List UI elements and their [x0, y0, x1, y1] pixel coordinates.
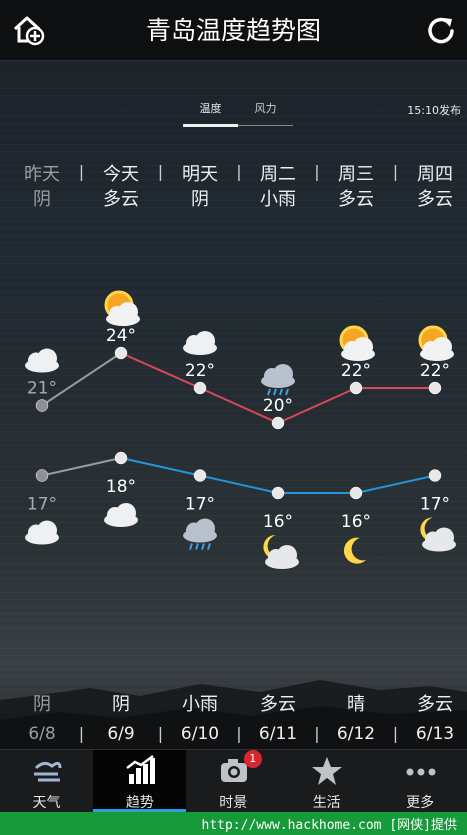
nav-item-0[interactable]: 天气 — [0, 750, 93, 812]
cloud-shape — [183, 331, 217, 355]
temperature-label: 22° — [420, 361, 450, 381]
temperature-label: 21° — [27, 379, 57, 399]
temperature-label: 16° — [341, 512, 371, 532]
temperature-label: 17° — [185, 495, 215, 515]
data-point — [271, 416, 285, 430]
temperature-chart: 21° 24° 22° 20° 22° 22° 17° 18° 17° 16° 16° 17° — [25, 290, 456, 569]
moon-cloud-icon — [263, 534, 299, 569]
sun-cloud-icon — [418, 325, 454, 361]
temperature-label: 22° — [341, 361, 371, 381]
rain-cloud-icon — [261, 364, 295, 396]
cloud-part — [277, 545, 297, 565]
data-point — [114, 451, 128, 465]
series-line-segment — [199, 474, 279, 494]
moon-icon — [343, 537, 366, 564]
cloud-part — [118, 302, 138, 322]
rain-drop — [285, 388, 289, 396]
temperature-label: 20° — [263, 396, 293, 416]
rain-cloud-icon — [183, 518, 217, 550]
series-lines — [41, 352, 436, 494]
nav-item-3[interactable]: 生活 — [280, 750, 373, 812]
temperature-labels: 21° 24° 22° 20° 22° 22° 17° 18° 17° 16° 16° 17° — [27, 326, 450, 532]
cloud-icon — [183, 331, 217, 355]
nav-label: 生活 — [312, 795, 341, 811]
data-point — [349, 486, 363, 500]
rain-drop — [267, 388, 271, 396]
rain-drop — [273, 388, 277, 396]
cloud-shape — [261, 364, 295, 388]
weather-icons — [25, 290, 456, 569]
rain-drop — [195, 543, 199, 550]
bottom-date: 6/12 — [336, 724, 376, 744]
cloud-shape — [104, 503, 138, 527]
data-point — [114, 346, 128, 360]
data-point — [428, 469, 442, 482]
series-line-segment — [41, 457, 122, 477]
cloud-part — [273, 364, 293, 384]
bottom-date: 6/10 — [180, 724, 220, 744]
rain-drop — [189, 543, 193, 550]
cloud-part — [195, 518, 215, 539]
cloud-shape — [25, 348, 59, 373]
bottom-navigation: 天气 趋势 1 时景 生活 更多 — [0, 749, 467, 812]
bottom-date: 6/13 — [415, 724, 455, 744]
cloud-part — [434, 527, 454, 548]
rain-drop — [207, 543, 211, 550]
app-root: 青岛温度趋势图 温度 风力 15:10发布 昨天阴 | 今天 多云 | 明天阴 | 周二 小雨 |… — [0, 0, 467, 835]
temperature-label: 24° — [106, 326, 136, 346]
cloud-part — [353, 337, 373, 357]
bottom-date: 6/8 — [28, 724, 56, 744]
nav-label: 更多 — [406, 795, 435, 811]
sun-cloud-icon — [339, 325, 375, 361]
bottom-date: 6/9 — [107, 724, 135, 744]
data-point — [271, 486, 285, 500]
bottom-date: 6/11 — [258, 724, 298, 744]
nav-label: 天气 — [32, 795, 61, 811]
data-point — [35, 399, 49, 412]
cloud-part — [37, 520, 57, 541]
nav-label: 时景 — [219, 795, 248, 811]
cloud-part — [195, 331, 215, 351]
nav-item-4[interactable]: 更多 — [374, 750, 467, 812]
moon-cloud-icon — [420, 517, 456, 552]
nav-label: 趋势 — [125, 795, 154, 811]
data-point — [428, 381, 442, 395]
cloud-icon — [25, 348, 59, 373]
cloud-part — [432, 337, 452, 357]
sun-cloud-icon — [104, 290, 140, 326]
data-point — [349, 381, 363, 395]
series-line-segment — [120, 457, 201, 477]
cloud-shape — [422, 527, 456, 552]
footer-text: http://www.hackhome.com [网侠]提供 — [201, 818, 458, 833]
nav-item-2[interactable]: 1 时景 — [187, 750, 280, 812]
star-icon — [312, 757, 343, 785]
cloud-icon — [25, 520, 59, 545]
temperature-label: 17° — [27, 495, 57, 515]
data-point — [193, 469, 207, 482]
rain-drop — [279, 388, 283, 396]
notification-badge: 1 — [243, 750, 262, 768]
bar-chart-icon — [126, 755, 156, 784]
temperature-label: 16° — [263, 512, 293, 532]
cloud-shape — [25, 520, 59, 545]
nav-item-1[interactable]: 趋势 — [93, 750, 187, 812]
series-line-segment — [355, 474, 436, 494]
cloud-shape — [183, 518, 217, 543]
cloud-part — [116, 503, 136, 523]
rain-drop — [201, 543, 205, 550]
temperature-label: 22° — [185, 361, 215, 381]
temperature-label: 18° — [106, 477, 136, 497]
data-point — [35, 469, 49, 482]
moon-shape — [343, 537, 366, 564]
footer-bar: http://www.hackhome.com [网侠]提供 — [0, 812, 467, 835]
temperature-label: 17° — [420, 495, 450, 515]
cloud-shape — [265, 545, 299, 569]
data-point — [193, 381, 207, 395]
cloud-icon — [104, 503, 138, 527]
more-icon — [406, 768, 436, 776]
cloud-part — [37, 348, 57, 369]
wind-cloud-icon — [34, 761, 62, 782]
